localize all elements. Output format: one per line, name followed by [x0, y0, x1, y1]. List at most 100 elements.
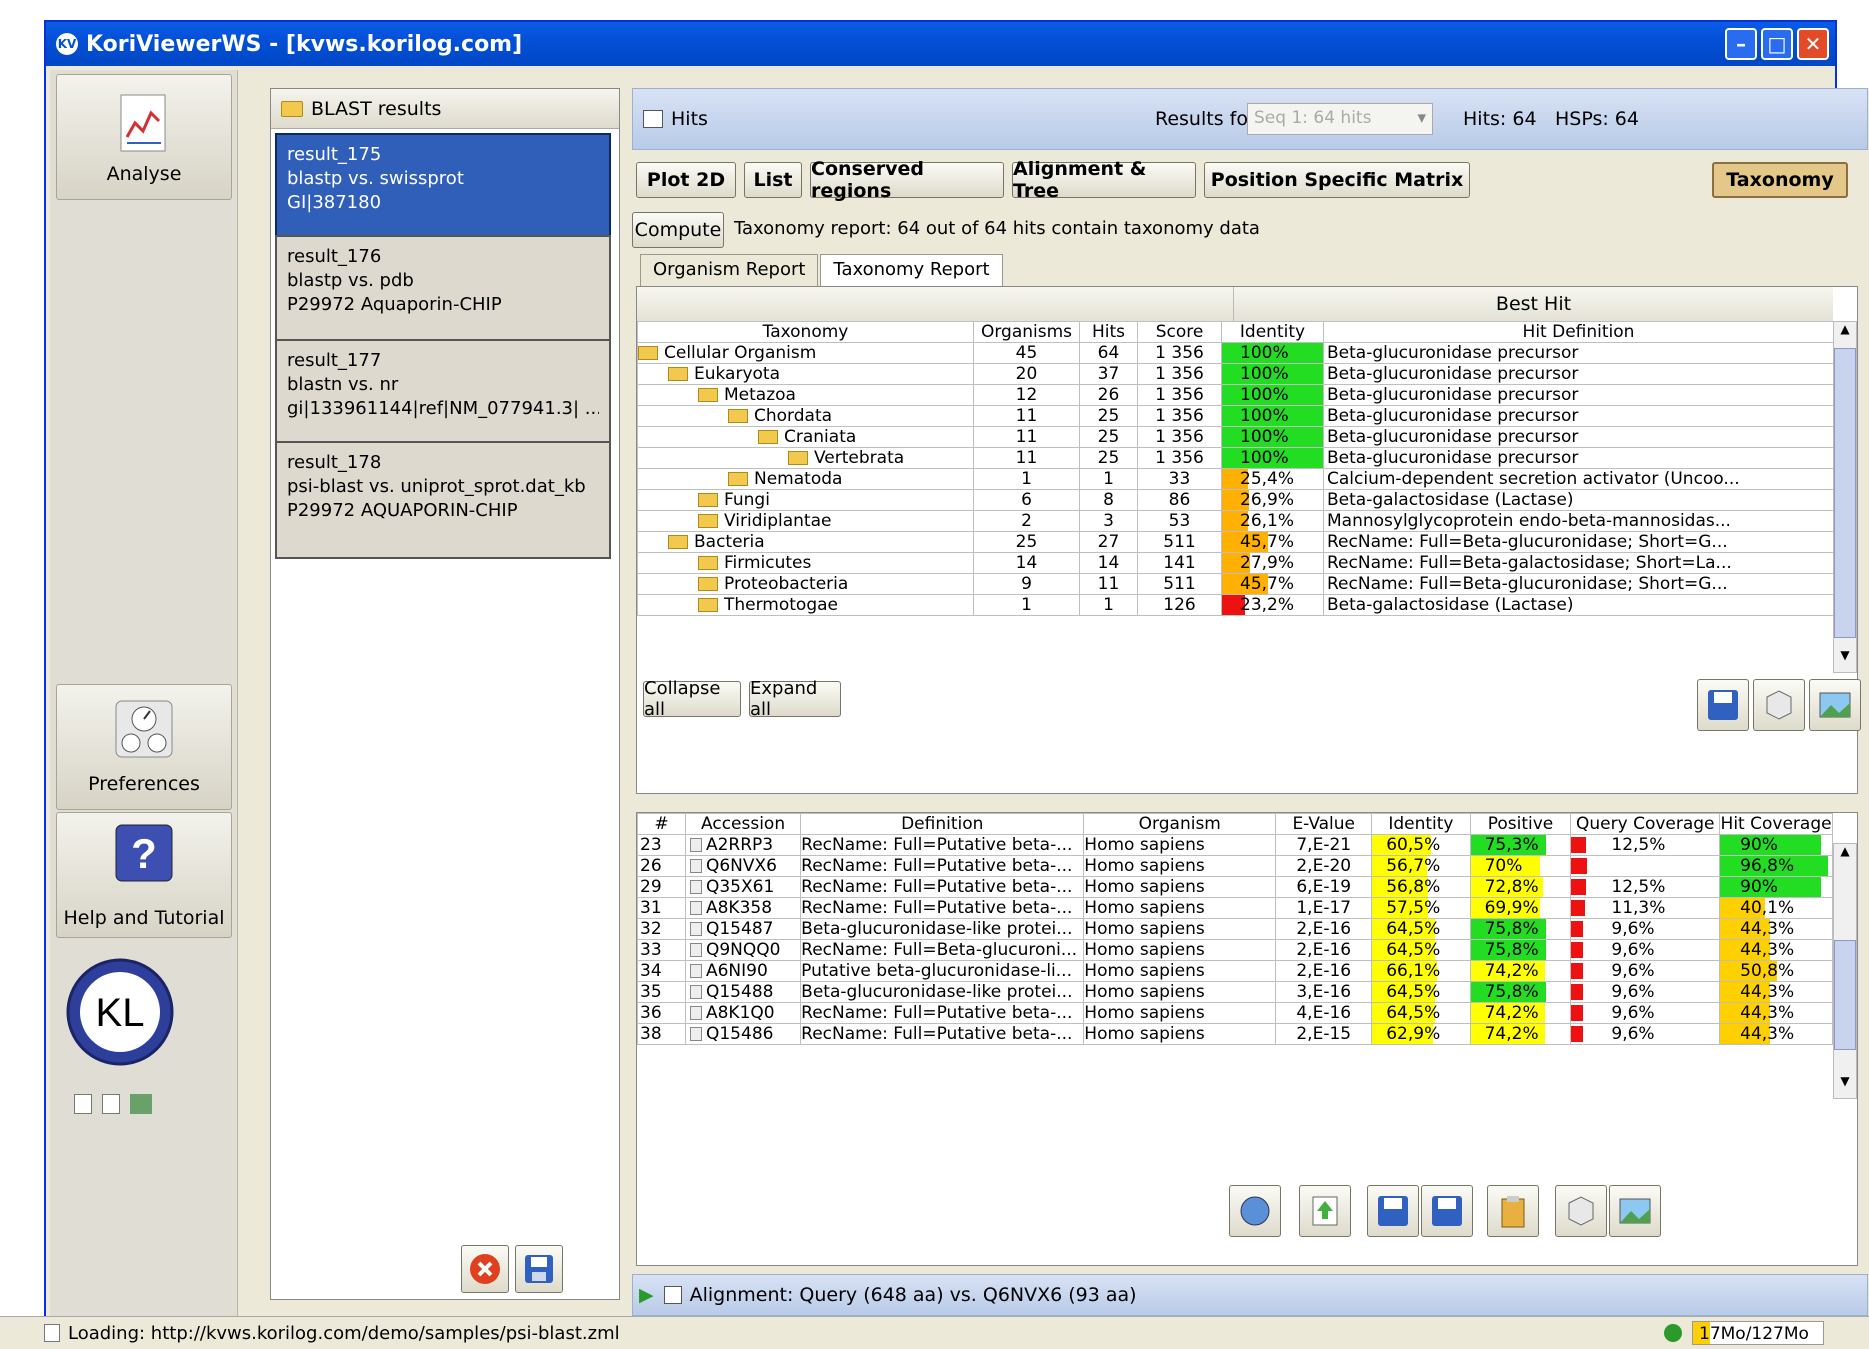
info-icon[interactable]	[74, 1094, 92, 1114]
accession-cell[interactable]: A8K1Q0	[684, 1002, 802, 1024]
col-organisms[interactable]: Organisms	[973, 321, 1080, 343]
upload-button[interactable]	[1299, 1185, 1351, 1237]
taxonomy-row[interactable]: Metazoa 12 26 1 356 100% Beta-glucuronidase p…	[637, 384, 1834, 406]
save-taxonomy-button[interactable]	[1697, 679, 1749, 731]
copy-taxonomy-button[interactable]	[1753, 679, 1805, 731]
col-query-coverage[interactable]: Query Coverage	[1570, 813, 1721, 835]
close-button[interactable]: ✕	[1797, 28, 1829, 60]
hit-row[interactable]: 35 Q15488 Beta-glucuronidase-like protei..…	[637, 981, 1833, 1003]
results-for-select[interactable]: Seq 1: 64 hits ▾	[1247, 103, 1433, 135]
expand-arrow-icon[interactable]: ▶	[639, 1284, 654, 1306]
tab-taxonomy-report[interactable]: Taxonomy Report	[820, 254, 1003, 286]
score-cell: 53	[1137, 510, 1222, 532]
save-list-button[interactable]	[1367, 1185, 1419, 1237]
help-button[interactable]: ? Help and Tutorial	[56, 812, 232, 938]
tab-organism-report[interactable]: Organism Report	[640, 254, 819, 286]
copy-hits-button[interactable]	[1555, 1185, 1607, 1237]
taxonomy-row[interactable]: Chordata 11 25 1 356 100% Beta-glucuronidase …	[637, 405, 1834, 427]
exit-icon[interactable]	[130, 1094, 152, 1114]
analyse-button[interactable]: Analyse	[56, 74, 232, 200]
col-hit-coverage[interactable]: Hit Coverage	[1719, 813, 1833, 835]
scroll-up-icon[interactable]: ▲	[1834, 844, 1856, 868]
taxonomy-row[interactable]: Firmicutes 14 14 141 27,9% RecName: Full=Beta…	[637, 552, 1834, 574]
scroll-up-icon[interactable]: ▲	[1834, 322, 1856, 346]
collapse-all-button[interactable]: Collapse all	[643, 678, 741, 720]
col-accession[interactable]: Accession	[684, 813, 802, 835]
accession-cell[interactable]: A2RRP3	[684, 834, 802, 856]
col-identity[interactable]: Identity	[1371, 813, 1471, 835]
taxonomy-button[interactable]: Taxonomy	[1712, 162, 1848, 198]
accession-cell[interactable]: A6NI90	[684, 960, 802, 982]
compute-button[interactable]: Compute	[632, 212, 724, 248]
hit-row[interactable]: 31 A8K358 RecName: Full=Putative beta-... H…	[637, 897, 1833, 919]
position-specific-matrix-button[interactable]: Position Specific Matrix	[1204, 162, 1470, 198]
minimize-button[interactable]: –	[1725, 28, 1757, 60]
col-score[interactable]: Score	[1137, 321, 1222, 343]
hit-row[interactable]: 38 Q15486 RecName: Full=Putative beta-... H…	[637, 1023, 1833, 1045]
plot2d-button[interactable]: Plot 2D	[636, 162, 736, 198]
result-card[interactable]: result_176 blastp vs. pdb P29972 Aquapor…	[275, 235, 611, 353]
clipboard-button[interactable]	[1487, 1185, 1539, 1237]
web-button[interactable]	[1229, 1185, 1281, 1237]
delete-result-button[interactable]	[461, 1245, 509, 1293]
col-evalue[interactable]: E-Value	[1275, 813, 1373, 835]
accession-cell[interactable]: Q35X61	[684, 876, 802, 898]
taxonomy-scrollbar[interactable]: ▲ ▼	[1833, 321, 1857, 673]
accession-cell[interactable]: Q15487	[684, 918, 802, 940]
accession-cell[interactable]: Q15488	[684, 981, 802, 1003]
taxonomy-row[interactable]: Bacteria 25 27 511 45,7% RecName: Full=Beta-g…	[637, 531, 1834, 553]
alignment-tree-button[interactable]: Alignment & Tree	[1012, 158, 1196, 202]
hit-row[interactable]: 26 Q6NVX6 RecName: Full=Putative beta-... H…	[637, 855, 1833, 877]
export-hits-image-button[interactable]	[1609, 1185, 1661, 1237]
document-icon[interactable]	[102, 1094, 120, 1114]
col-number[interactable]: #	[637, 813, 686, 835]
scroll-down-icon[interactable]: ▼	[1834, 648, 1856, 672]
scroll-down-icon[interactable]: ▼	[1834, 1074, 1856, 1098]
taxonomy-row[interactable]: Vertebrata 11 25 1 356 100% Beta-glucuronidas…	[637, 447, 1834, 469]
taxonomy-row[interactable]: Fungi 6 8 86 26,9% Beta-galactosidase (Lactas…	[637, 489, 1834, 511]
save-result-button[interactable]	[515, 1245, 563, 1293]
accession-cell[interactable]: Q6NVX6	[684, 855, 802, 877]
scroll-thumb[interactable]	[1834, 940, 1856, 1050]
alignment-bar[interactable]: ▶ Alignment: Query (648 aa) vs. Q6NVX6 (…	[632, 1274, 1868, 1316]
col-taxonomy[interactable]: Taxonomy	[637, 321, 974, 343]
scroll-thumb[interactable]	[1834, 348, 1856, 638]
hit-row[interactable]: 33 Q9NQQ0 RecName: Full=Beta-glucuroni... H…	[637, 939, 1833, 961]
taxonomy-row[interactable]: Thermotogae 1 1 126 23,2% Beta-galactosidase …	[637, 594, 1834, 616]
taxonomy-row[interactable]: Proteobacteria 9 11 511 45,7% RecName: Full=B…	[637, 573, 1834, 595]
taxonomy-row[interactable]: Viridiplantae 2 3 53 26,1% Mannosylglycoprote…	[637, 510, 1834, 532]
accession-cell[interactable]: Q9NQQ0	[684, 939, 802, 961]
box-icon	[1766, 690, 1792, 720]
hit-row[interactable]: 34 A6NI90 Putative beta-glucuronidase-li..…	[637, 960, 1833, 982]
taxonomy-row[interactable]: Eukaryota 20 37 1 356 100% Beta-glucuronidase…	[637, 363, 1834, 385]
result-card[interactable]: result_178 psi-blast vs. uniprot_sprot.d…	[275, 441, 611, 559]
save-all-button[interactable]	[1421, 1185, 1473, 1237]
expand-all-button[interactable]: Expand all	[749, 678, 841, 720]
col-hits[interactable]: Hits	[1079, 321, 1138, 343]
organism-cell: Homo sapiens	[1083, 939, 1277, 961]
conserved-regions-button[interactable]: Conserved regions	[810, 158, 1004, 202]
taxonomy-row[interactable]: Cellular Organism 45 64 1 356 100% Beta-glucu…	[637, 342, 1834, 364]
hit-row[interactable]: 32 Q15487 Beta-glucuronidase-like protei..…	[637, 918, 1833, 940]
col-hit-definition[interactable]: Hit Definition	[1323, 321, 1834, 343]
hits-scrollbar[interactable]: ▲ ▼	[1833, 843, 1857, 1099]
hit-row[interactable]: 23 A2RRP3 RecName: Full=Putative beta-... H…	[637, 834, 1833, 856]
taxonomy-row[interactable]: Nematoda 1 1 33 25,4% Calcium-dependent secre…	[637, 468, 1834, 490]
export-image-button[interactable]	[1809, 679, 1861, 731]
hit-row[interactable]: 36 A8K1Q0 RecName: Full=Putative beta-... H…	[637, 1002, 1833, 1024]
maximize-button[interactable]: □	[1761, 28, 1793, 60]
taxonomy-row[interactable]: Craniata 11 25 1 356 100% Beta-glucuronidase …	[637, 426, 1834, 448]
document-icon	[689, 880, 702, 894]
col-organism[interactable]: Organism	[1083, 813, 1277, 835]
col-identity[interactable]: Identity	[1221, 321, 1324, 343]
accession-cell[interactable]: A8K358	[684, 897, 802, 919]
hit-row[interactable]: 29 Q35X61 RecName: Full=Putative beta-... H…	[637, 876, 1833, 898]
organism-cell: Homo sapiens	[1083, 1002, 1277, 1024]
result-card[interactable]: result_175 blastp vs. swissprot GI|38718…	[275, 133, 611, 251]
preferences-button[interactable]: Preferences	[56, 684, 232, 810]
accession-cell[interactable]: Q15486	[684, 1023, 802, 1045]
list-button[interactable]: List	[744, 162, 802, 198]
result-card[interactable]: result_177 blastn vs. nr gi|133961144|re…	[275, 339, 611, 457]
col-definition[interactable]: Definition	[800, 813, 1085, 835]
col-positive[interactable]: Positive	[1469, 813, 1572, 835]
